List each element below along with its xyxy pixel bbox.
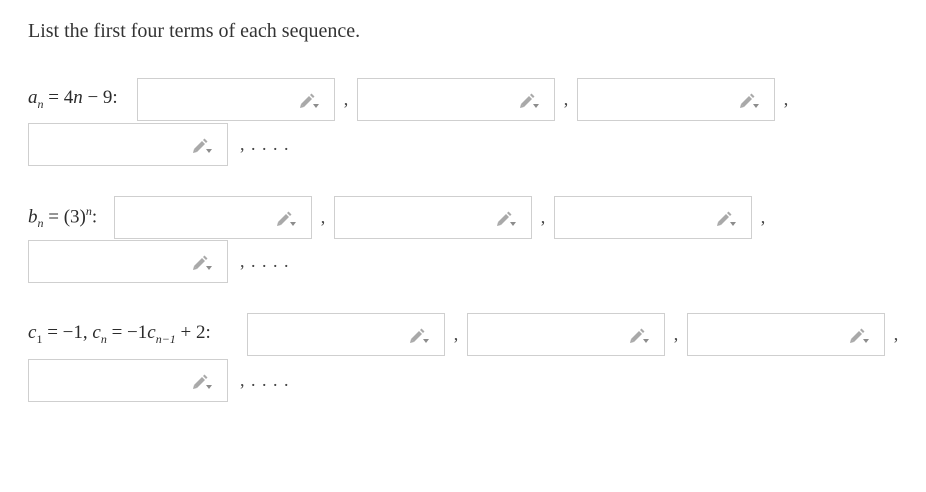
- ellipsis-separator: , . . . .: [240, 370, 290, 390]
- instruction-text: List the first four terms of each sequen…: [28, 20, 361, 42]
- sequence-c-row-2: , . . . .: [28, 359, 290, 402]
- answer-field-a1[interactable]: [137, 78, 335, 121]
- comma-separator: ,: [540, 207, 546, 227]
- ellipsis-separator: , . . . .: [240, 134, 290, 154]
- answer-field-c2[interactable]: [467, 313, 665, 356]
- pencil-dropdown-icon[interactable]: [191, 253, 213, 273]
- pencil-dropdown-icon[interactable]: [738, 91, 760, 111]
- comma-separator: ,: [320, 207, 326, 227]
- pencil-dropdown-icon[interactable]: [715, 209, 737, 229]
- sequence-b-row-2: , . . . .: [28, 240, 290, 283]
- sequence-a-row-2: , . . . .: [28, 123, 290, 166]
- pencil-dropdown-icon[interactable]: [408, 326, 430, 346]
- answer-field-b2[interactable]: [334, 196, 532, 239]
- pencil-dropdown-icon[interactable]: [495, 209, 517, 229]
- sequence-c-formula: c1 = −1, cn = −1cn−1 + 2:: [28, 322, 211, 346]
- comma-separator: ,: [893, 324, 899, 344]
- sequence-c-row-1: c1 = −1, cn = −1cn−1 + 2: , , ,: [28, 313, 907, 356]
- answer-field-c1[interactable]: [247, 313, 445, 356]
- sequence-a-formula: an = 4n − 9:: [28, 87, 118, 111]
- answer-field-c3[interactable]: [687, 313, 885, 356]
- answer-field-b3[interactable]: [554, 196, 752, 239]
- pencil-dropdown-icon[interactable]: [275, 209, 297, 229]
- comma-separator: ,: [563, 89, 569, 109]
- pencil-dropdown-icon[interactable]: [848, 326, 870, 346]
- comma-separator: ,: [453, 324, 459, 344]
- answer-field-c4[interactable]: [28, 359, 228, 402]
- pencil-dropdown-icon[interactable]: [191, 372, 213, 392]
- comma-separator: ,: [760, 207, 766, 227]
- sequence-b-formula: bn = (3)n:: [28, 203, 98, 231]
- answer-field-a4[interactable]: [28, 123, 228, 166]
- question-page: List the first four terms of each sequen…: [0, 0, 926, 492]
- pencil-dropdown-icon[interactable]: [191, 136, 213, 156]
- answer-field-b1[interactable]: [114, 196, 312, 239]
- pencil-dropdown-icon[interactable]: [628, 326, 650, 346]
- comma-separator: ,: [343, 89, 349, 109]
- sequence-b-row-1: bn = (3)n: , , ,: [28, 196, 774, 239]
- sequence-a-row-1: an = 4n − 9: , , ,: [28, 78, 797, 121]
- answer-field-a3[interactable]: [577, 78, 775, 121]
- answer-field-a2[interactable]: [357, 78, 555, 121]
- comma-separator: ,: [673, 324, 679, 344]
- answer-field-b4[interactable]: [28, 240, 228, 283]
- pencil-dropdown-icon[interactable]: [298, 91, 320, 111]
- ellipsis-separator: , . . . .: [240, 251, 290, 271]
- pencil-dropdown-icon[interactable]: [518, 91, 540, 111]
- comma-separator: ,: [783, 89, 789, 109]
